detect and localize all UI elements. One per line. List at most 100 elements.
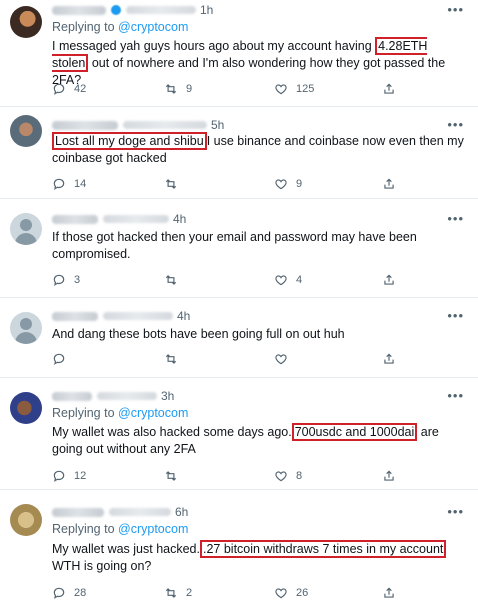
tweet-header: 6h [52,504,188,520]
blurred-display-name [52,5,106,15]
like-button[interactable]: 26 [274,586,308,600]
highlighted-text: .27 bitcoin withdraws 7 times in my acco… [199,540,447,558]
tweet-actions [52,352,452,368]
avatar[interactable] [10,504,42,536]
share-icon [384,178,394,189]
tweet[interactable]: 3h ••• Replying to @cryptocom My wallet … [0,378,478,490]
reply-button[interactable] [52,352,74,366]
replying-to-handle[interactable]: @cryptocom [118,20,188,34]
share-button[interactable] [382,352,404,366]
tweet-header: 1h [52,2,213,18]
blurred-display-name [52,507,104,517]
tweet-actions: 14 9 [52,177,452,193]
avatar[interactable] [10,115,42,147]
retweet-icon [165,354,177,364]
share-icon [384,470,394,481]
retweet-button[interactable] [164,352,186,366]
tweet[interactable]: 6h ••• Replying to @cryptocom My wallet … [0,490,478,609]
tweet[interactable]: 5h ••• Lost all my doge and shibu I use b… [0,107,478,199]
reply-icon [53,274,65,286]
reply-count: 42 [74,83,87,95]
heart-icon [275,471,287,482]
retweet-button[interactable] [164,273,186,287]
heart-icon [275,179,287,190]
heart-icon [275,84,287,95]
avatar[interactable] [10,213,42,245]
tweet-time: 4h [177,309,191,323]
more-options-icon[interactable]: ••• [447,211,464,226]
tweet-text: If those got hacked then your email and … [52,230,417,261]
more-options-icon[interactable]: ••• [447,504,464,519]
reply-icon [53,470,65,482]
share-button[interactable] [382,82,404,96]
share-button[interactable] [382,469,404,483]
more-options-icon[interactable]: ••• [447,117,464,132]
tweet-time: 3h [161,389,175,403]
more-options-icon[interactable]: ••• [447,308,464,323]
tweet[interactable]: 1h ••• Replying to @cryptocom I messaged… [0,0,478,107]
retweet-count: 9 [186,83,193,95]
like-count: 125 [296,83,315,95]
tweet-time: 6h [175,505,189,519]
tweet-header: 5h [52,117,224,133]
retweet-icon [165,179,177,189]
tweet[interactable]: 4h ••• If those got hacked then your ema… [0,199,478,298]
share-icon [384,353,394,364]
like-count: 8 [296,470,303,482]
share-button[interactable] [382,177,404,191]
tweet-time: 4h [173,212,187,226]
like-button[interactable]: 8 [274,469,302,483]
heart-icon [275,275,287,286]
retweet-button[interactable]: 2 [164,586,192,600]
retweet-button[interactable] [164,177,186,191]
tweet-header: 3h [52,388,174,404]
replying-to: Replying to @cryptocom [52,20,188,34]
reply-icon [53,178,65,190]
reply-icon [53,353,65,365]
blurred-handle [97,392,157,400]
like-count: 9 [296,178,303,190]
heart-icon [275,354,287,365]
share-button[interactable] [382,273,404,287]
reply-button[interactable]: 12 [52,469,86,483]
like-button[interactable] [274,352,296,366]
tweet[interactable]: 4h ••• And dang these bots have been goi… [0,298,478,378]
retweet-button[interactable] [164,469,186,483]
avatar[interactable] [10,6,42,38]
reply-button[interactable]: 14 [52,177,86,191]
avatar[interactable] [10,312,42,344]
blurred-handle [103,312,173,320]
tweet-text: And dang these bots have been going full… [52,327,345,341]
blurred-display-name [52,214,98,224]
like-button[interactable]: 125 [274,82,314,96]
blurred-display-name [52,311,98,321]
like-count: 4 [296,274,303,286]
like-button[interactable]: 4 [274,273,302,287]
reply-button[interactable]: 3 [52,273,80,287]
share-button[interactable] [382,586,404,600]
reply-count: 14 [74,178,87,190]
avatar[interactable] [10,392,42,424]
reply-button[interactable]: 42 [52,82,86,96]
replying-to-handle[interactable]: @cryptocom [118,406,188,420]
reply-button[interactable]: 28 [52,586,86,600]
share-icon [384,587,394,598]
more-options-icon[interactable]: ••• [447,388,464,403]
tweet-header: 4h [52,308,190,324]
tweet-time: 5h [211,118,225,132]
more-options-icon[interactable]: ••• [447,2,464,17]
reply-count: 3 [74,274,81,286]
like-button[interactable]: 9 [274,177,302,191]
tweet-actions: 28 2 26 [52,586,452,602]
tweet-time: 1h [200,3,214,17]
highlighted-text: 700usdc and 1000dai [291,423,418,441]
blurred-display-name [52,391,92,401]
tweet-text: My wallet was also hacked some days ago.… [52,423,439,456]
heart-icon [275,588,287,599]
blurred-display-name [52,120,118,130]
retweet-icon [165,275,177,285]
tweet-text: My wallet was just hacked. .27 bitcoin wi… [52,540,467,575]
retweet-button[interactable]: 9 [164,82,192,96]
replying-to-handle[interactable]: @cryptocom [118,522,188,536]
reply-icon [53,83,65,95]
